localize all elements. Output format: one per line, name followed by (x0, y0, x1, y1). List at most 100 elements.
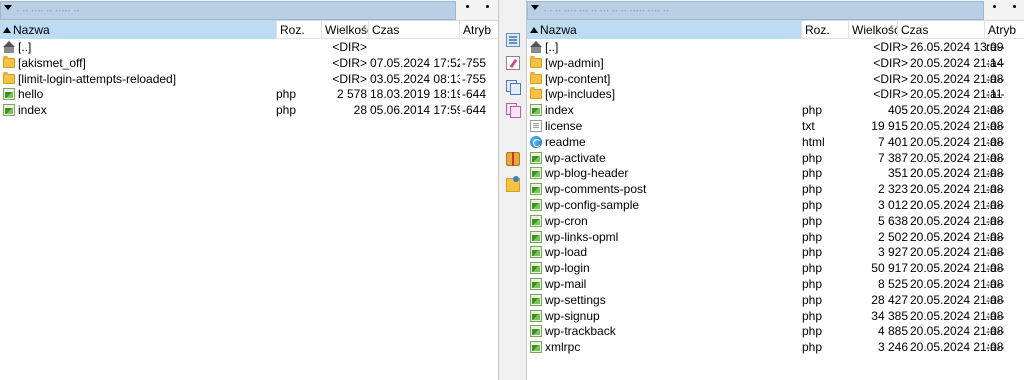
file-row[interactable]: [wp-admin] <DIR> 20.05.2024 21:14 -a-- (527, 55, 1024, 71)
file-ext: php (802, 261, 823, 276)
copy-icon[interactable] (506, 80, 521, 95)
file-name: hello (18, 87, 44, 102)
file-attr: -644 (462, 103, 487, 118)
file-name: readme (545, 134, 586, 149)
file-name: wp-settings (545, 292, 606, 307)
file-ext: php (802, 182, 823, 197)
file-size: 4 885 (877, 324, 908, 339)
file-ext: php (802, 292, 823, 307)
right-col-name[interactable]: Nazwa (527, 21, 802, 39)
file-size: <DIR> (332, 40, 367, 54)
file-row[interactable]: index php 405 20.05.2024 21:08 -a-- (527, 102, 1024, 118)
file-ext (276, 55, 320, 71)
file-row[interactable]: [..] <DIR> (0, 39, 498, 55)
file-size: <DIR> (873, 71, 908, 86)
file-name: wp-cron (545, 213, 588, 228)
left-col-name[interactable]: Nazwa (0, 21, 277, 39)
file-attr: -a-- (986, 182, 1005, 197)
file-row[interactable]: wp-cron php 5 638 20.05.2024 21:08 -a-- (527, 213, 1024, 229)
drive-dropdown-icon[interactable] (4, 5, 12, 10)
file-row[interactable]: wp-comments-post php 2 323 20.05.2024 21:08… (527, 181, 1024, 197)
new-folder-icon[interactable] (506, 176, 520, 192)
file-ext (802, 86, 848, 102)
file-ext: php (802, 277, 823, 291)
file-row[interactable]: wp-trackback php 4 885 20.05.2024 21:08 -a-- (527, 323, 1024, 339)
sort-ascending-icon (3, 27, 11, 33)
view-icon[interactable] (506, 33, 520, 47)
file-ext: txt (802, 119, 815, 133)
right-col-size[interactable]: Wielkość (849, 21, 898, 39)
drive-dropdown-icon[interactable] (531, 5, 539, 10)
file-attr: -a-- (986, 103, 1005, 118)
file-row[interactable]: wp-activate php 7 387 20.05.2024 21:08 -a-- (527, 150, 1024, 166)
left-hotlist-button[interactable] (486, 5, 489, 8)
file-attr: -a-- (986, 134, 1005, 149)
file-row[interactable]: wp-load php 3 927 20.05.2024 21:08 -a-- (527, 244, 1024, 260)
file-attr (462, 39, 498, 55)
file-attr: -a-- (986, 277, 1005, 291)
file-name: wp-signup (545, 308, 600, 323)
file-row[interactable]: wp-login php 50 917 20.05.2024 21:08 -a-- (527, 260, 1024, 276)
file-name: [limit-login-attempts-reloaded] (18, 71, 177, 86)
file-date (370, 39, 460, 55)
left-col-size[interactable]: Wielkość (322, 21, 369, 39)
file-name: wp-mail (545, 277, 587, 291)
file-size: 2 578 (336, 87, 367, 102)
right-panel: • • •• •••• ••• •• ••• •• •• ••••• •••• … (526, 0, 1024, 380)
file-attr: -755 (462, 71, 487, 86)
file-size: 3 012 (877, 198, 908, 212)
file-row[interactable]: [wp-includes] <DIR> 20.05.2024 21:11 -a-- (527, 86, 1024, 102)
file-name: [wp-content] (545, 71, 611, 86)
file-size: 5 638 (877, 213, 908, 228)
file-attr: -a-- (986, 324, 1005, 339)
file-row[interactable]: [..] <DIR> 26.05.2024 13:09 ra-- (527, 39, 1024, 55)
right-col-attr[interactable]: Atryb (985, 21, 1024, 39)
file-attr: -a-- (986, 150, 1005, 165)
file-ext (276, 39, 320, 55)
file-row[interactable]: hello php 2 578 18.03.2019 18:19 -644 (0, 86, 498, 102)
right-path-field[interactable]: • • •• •••• ••• •• ••• •• •• ••••• •••• … (527, 1, 984, 20)
file-size: 28 (353, 103, 367, 118)
sort-ascending-icon (530, 27, 538, 33)
file-ext: php (802, 150, 823, 165)
right-history-button[interactable] (993, 5, 996, 8)
file-row[interactable]: license txt 19 915 20.05.2024 21:08 -a-- (527, 118, 1024, 134)
right-col-date[interactable]: Czas (898, 21, 985, 39)
file-row[interactable]: wp-config-sample php 3 012 20.05.2024 21:08… (527, 197, 1024, 213)
file-row[interactable]: readme html 7 401 20.05.2024 21:08 -a-- (527, 134, 1024, 150)
file-name: wp-activate (545, 150, 606, 165)
left-col-date[interactable]: Czas (369, 21, 460, 39)
file-row[interactable]: wp-signup php 34 385 20.05.2024 21:08 -a-- (527, 308, 1024, 324)
file-attr: -a-- (986, 55, 1005, 70)
file-row[interactable]: wp-mail php 8 525 20.05.2024 21:08 -a-- (527, 276, 1024, 292)
left-col-attr[interactable]: Atryb (460, 21, 498, 39)
file-size: <DIR> (873, 40, 908, 54)
file-row[interactable]: wp-links-opml php 2 502 20.05.2024 21:08 -a-… (527, 229, 1024, 245)
right-hotlist-button[interactable] (1013, 5, 1016, 8)
file-row[interactable]: index php 28 05.06.2014 17:59 -644 (0, 102, 498, 118)
file-row[interactable]: [akismet_off] <DIR> 07.05.2024 17:52 -755 (0, 55, 498, 71)
left-path-field[interactable]: • •• •••• •• ••••• •• (0, 1, 456, 20)
file-size: 50 917 (871, 261, 908, 276)
file-ext: php (802, 340, 823, 355)
file-attr: -a-- (986, 198, 1005, 212)
file-attr: -a-- (986, 213, 1005, 228)
file-ext: php (802, 198, 823, 212)
file-name: [akismet_off] (18, 55, 86, 70)
file-row[interactable]: [wp-content] <DIR> 20.05.2024 21:08 -a-- (527, 71, 1024, 87)
file-row[interactable]: [limit-login-attempts-reloaded] <DIR> 03.0… (0, 71, 498, 87)
file-attr: -644 (462, 87, 487, 102)
edit-icon[interactable] (506, 56, 520, 70)
file-attr: -a-- (986, 119, 1005, 133)
file-attr: ra-- (986, 40, 1005, 54)
file-attr: -a-- (986, 245, 1005, 260)
move-icon[interactable] (506, 103, 521, 118)
file-row[interactable]: xmlrpc php 3 246 20.05.2024 21:08 -a-- (527, 339, 1024, 355)
right-col-ext[interactable]: Roz. (802, 21, 849, 39)
file-row[interactable]: wp-settings php 28 427 20.05.2024 21:08 -a-- (527, 292, 1024, 308)
pack-icon[interactable] (506, 152, 520, 166)
file-row[interactable]: wp-blog-header php 351 20.05.2024 21:08 -a-- (527, 165, 1024, 181)
left-history-button[interactable] (466, 5, 469, 8)
left-col-ext[interactable]: Roz. (277, 21, 322, 39)
file-ext: php (276, 87, 297, 102)
